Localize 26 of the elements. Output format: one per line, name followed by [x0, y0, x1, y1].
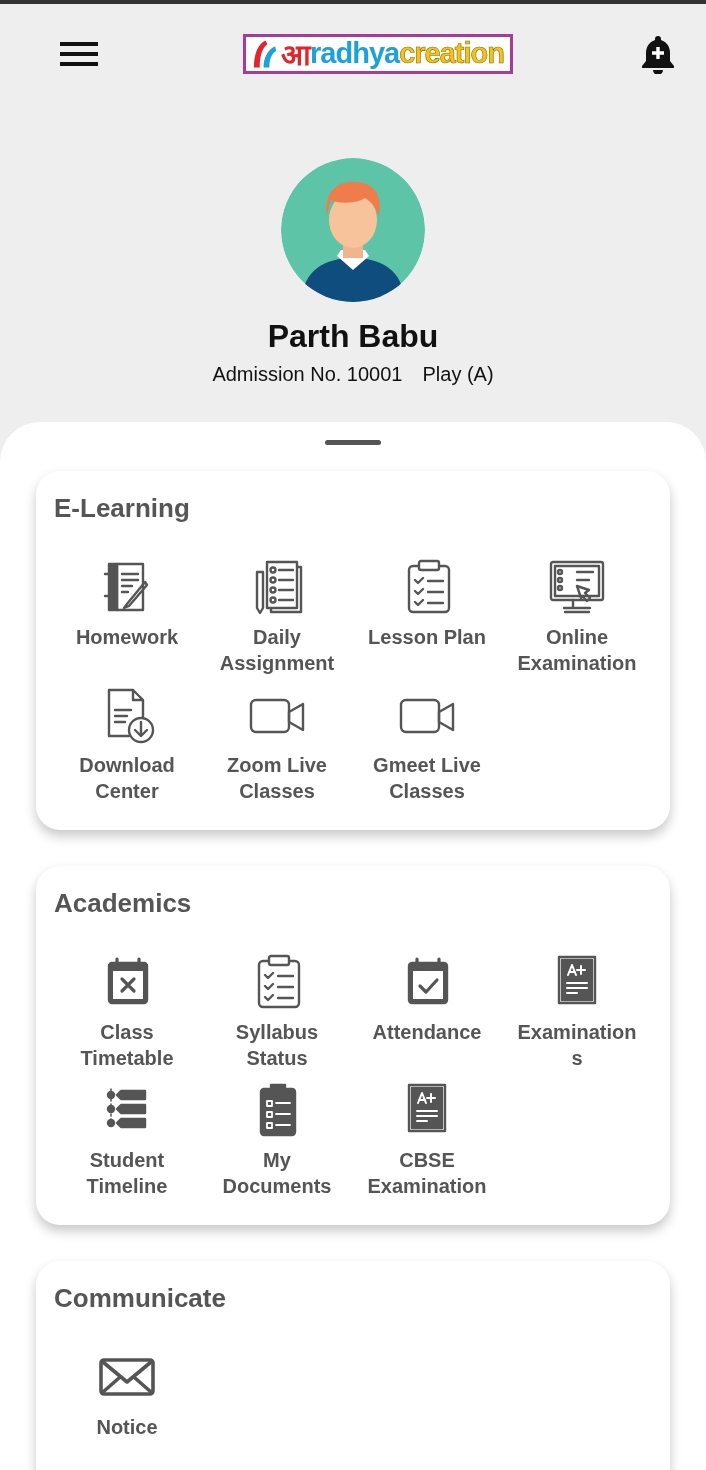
- student-name: Parth Babu: [267, 318, 439, 355]
- menu-item-label[interactable]: Notice: [96, 1414, 158, 1440]
- menu-item-label[interactable]: CBSE Examination: [367, 1147, 487, 1199]
- monitor-icon[interactable]: [547, 558, 607, 616]
- menu-item-label[interactable]: Zoom Live Classes: [227, 752, 327, 804]
- menu-item-label[interactable]: Syllabus Status: [235, 1019, 319, 1071]
- logo: आradhyacreation: [243, 34, 513, 74]
- section-title: Communicate: [54, 1283, 227, 1314]
- menu-item-label[interactable]: Download Center: [79, 752, 175, 804]
- class-name: Play (A): [422, 363, 494, 386]
- menu-item-label[interactable]: Student Timeline: [86, 1147, 168, 1199]
- menu-item-label[interactable]: Gmeet Live Classes: [373, 752, 481, 804]
- menu-item-label[interactable]: My Documents: [222, 1147, 332, 1199]
- admission-number: Admission No. 10001: [212, 363, 403, 386]
- menu-item-label[interactable]: Online Examination: [517, 624, 637, 676]
- section-title: Academics: [54, 888, 193, 919]
- drag-handle[interactable]: [325, 440, 381, 445]
- section-title: E-Learning: [54, 493, 191, 524]
- menu-item-label[interactable]: Examination s: [517, 1019, 637, 1071]
- menu-icon[interactable]: [60, 41, 98, 67]
- menu-item-label[interactable]: Class Timetable: [80, 1019, 174, 1071]
- bell-plus-icon[interactable]: [640, 34, 676, 74]
- menu-item-label[interactable]: Daily Assignment: [219, 624, 335, 676]
- menu-item-label[interactable]: Homework: [75, 624, 179, 650]
- menu-item-label[interactable]: Attendance: [372, 1019, 482, 1045]
- menu-item-label[interactable]: Lesson Plan: [368, 624, 486, 650]
